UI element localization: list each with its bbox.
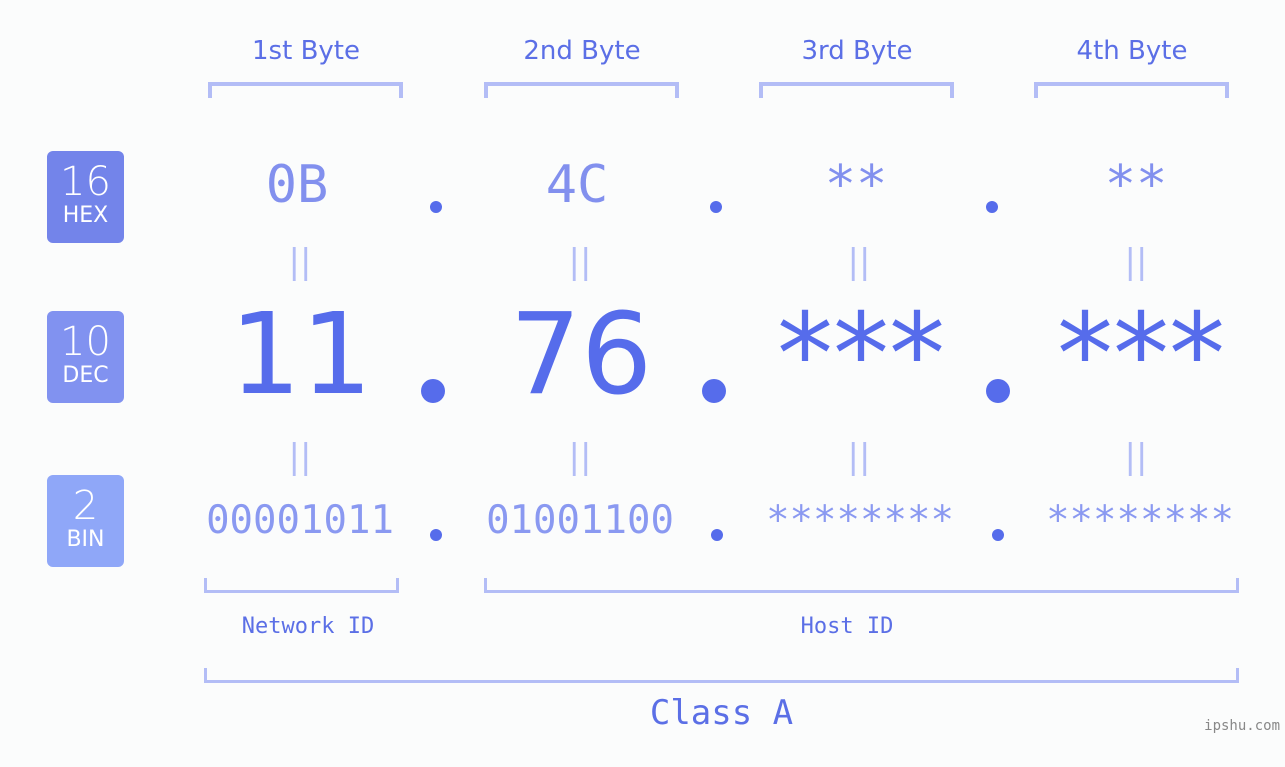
hex-byte-2: 4C: [545, 155, 609, 215]
byte-bracket-3: [759, 82, 954, 98]
dec-byte-2: 76: [509, 290, 653, 420]
byte-bracket-1: [208, 82, 403, 98]
byte-header-2: 2nd Byte: [523, 36, 641, 66]
hex-byte-4: **: [1104, 155, 1168, 215]
class-bracket: [204, 668, 1239, 683]
byte-header-4: 4th Byte: [1076, 36, 1188, 66]
watermark: ipshu.com: [1204, 718, 1280, 734]
bin-badge-number: 2: [72, 483, 99, 529]
hex-badge: 16 HEX: [47, 151, 124, 243]
dec-dot-2: [702, 379, 726, 403]
dec-badge-number: 10: [60, 319, 111, 365]
hex-byte-3: **: [824, 155, 888, 215]
bin-dot-1: [430, 529, 442, 541]
byte-bracket-2: [484, 82, 679, 98]
dec-byte-1: 11: [229, 290, 373, 420]
host-id-bracket: [484, 578, 1239, 593]
hex-byte-1: 0B: [265, 155, 329, 215]
byte-header-1: 1st Byte: [252, 36, 360, 66]
equals-icon: ||: [568, 437, 592, 477]
dec-byte-4: ***: [1057, 290, 1225, 420]
hex-dot-3: [986, 201, 998, 213]
byte-header-3: 3rd Byte: [801, 36, 913, 66]
dec-badge: 10 DEC: [47, 311, 124, 403]
equals-icon: ||: [847, 242, 871, 282]
dec-byte-3: ***: [777, 290, 945, 420]
class-label: Class A: [649, 693, 794, 733]
hex-dot-2: [710, 201, 722, 213]
byte-bracket-4: [1034, 82, 1229, 98]
bin-byte-3: ********: [766, 498, 954, 543]
equals-icon: ||: [1124, 242, 1148, 282]
bin-byte-4: ********: [1046, 498, 1234, 543]
bin-badge: 2 BIN: [47, 475, 124, 567]
bin-badge-label: BIN: [66, 527, 105, 552]
dec-dot-1: [421, 379, 445, 403]
host-id-label: Host ID: [800, 614, 894, 639]
dec-badge-label: DEC: [62, 363, 109, 388]
hex-badge-number: 16: [60, 159, 111, 205]
hex-dot-1: [430, 201, 442, 213]
equals-icon: ||: [1124, 437, 1148, 477]
equals-icon: ||: [288, 242, 312, 282]
network-id-bracket: [204, 578, 399, 593]
hex-badge-label: HEX: [62, 203, 109, 228]
dec-dot-3: [986, 379, 1010, 403]
bin-dot-3: [992, 529, 1004, 541]
bin-byte-2: 01001100: [486, 498, 674, 543]
equals-icon: ||: [288, 437, 312, 477]
equals-icon: ||: [568, 242, 592, 282]
bin-dot-2: [711, 529, 723, 541]
bin-byte-1: 00001011: [206, 498, 394, 543]
network-id-label: Network ID: [241, 614, 375, 639]
equals-icon: ||: [847, 437, 871, 477]
